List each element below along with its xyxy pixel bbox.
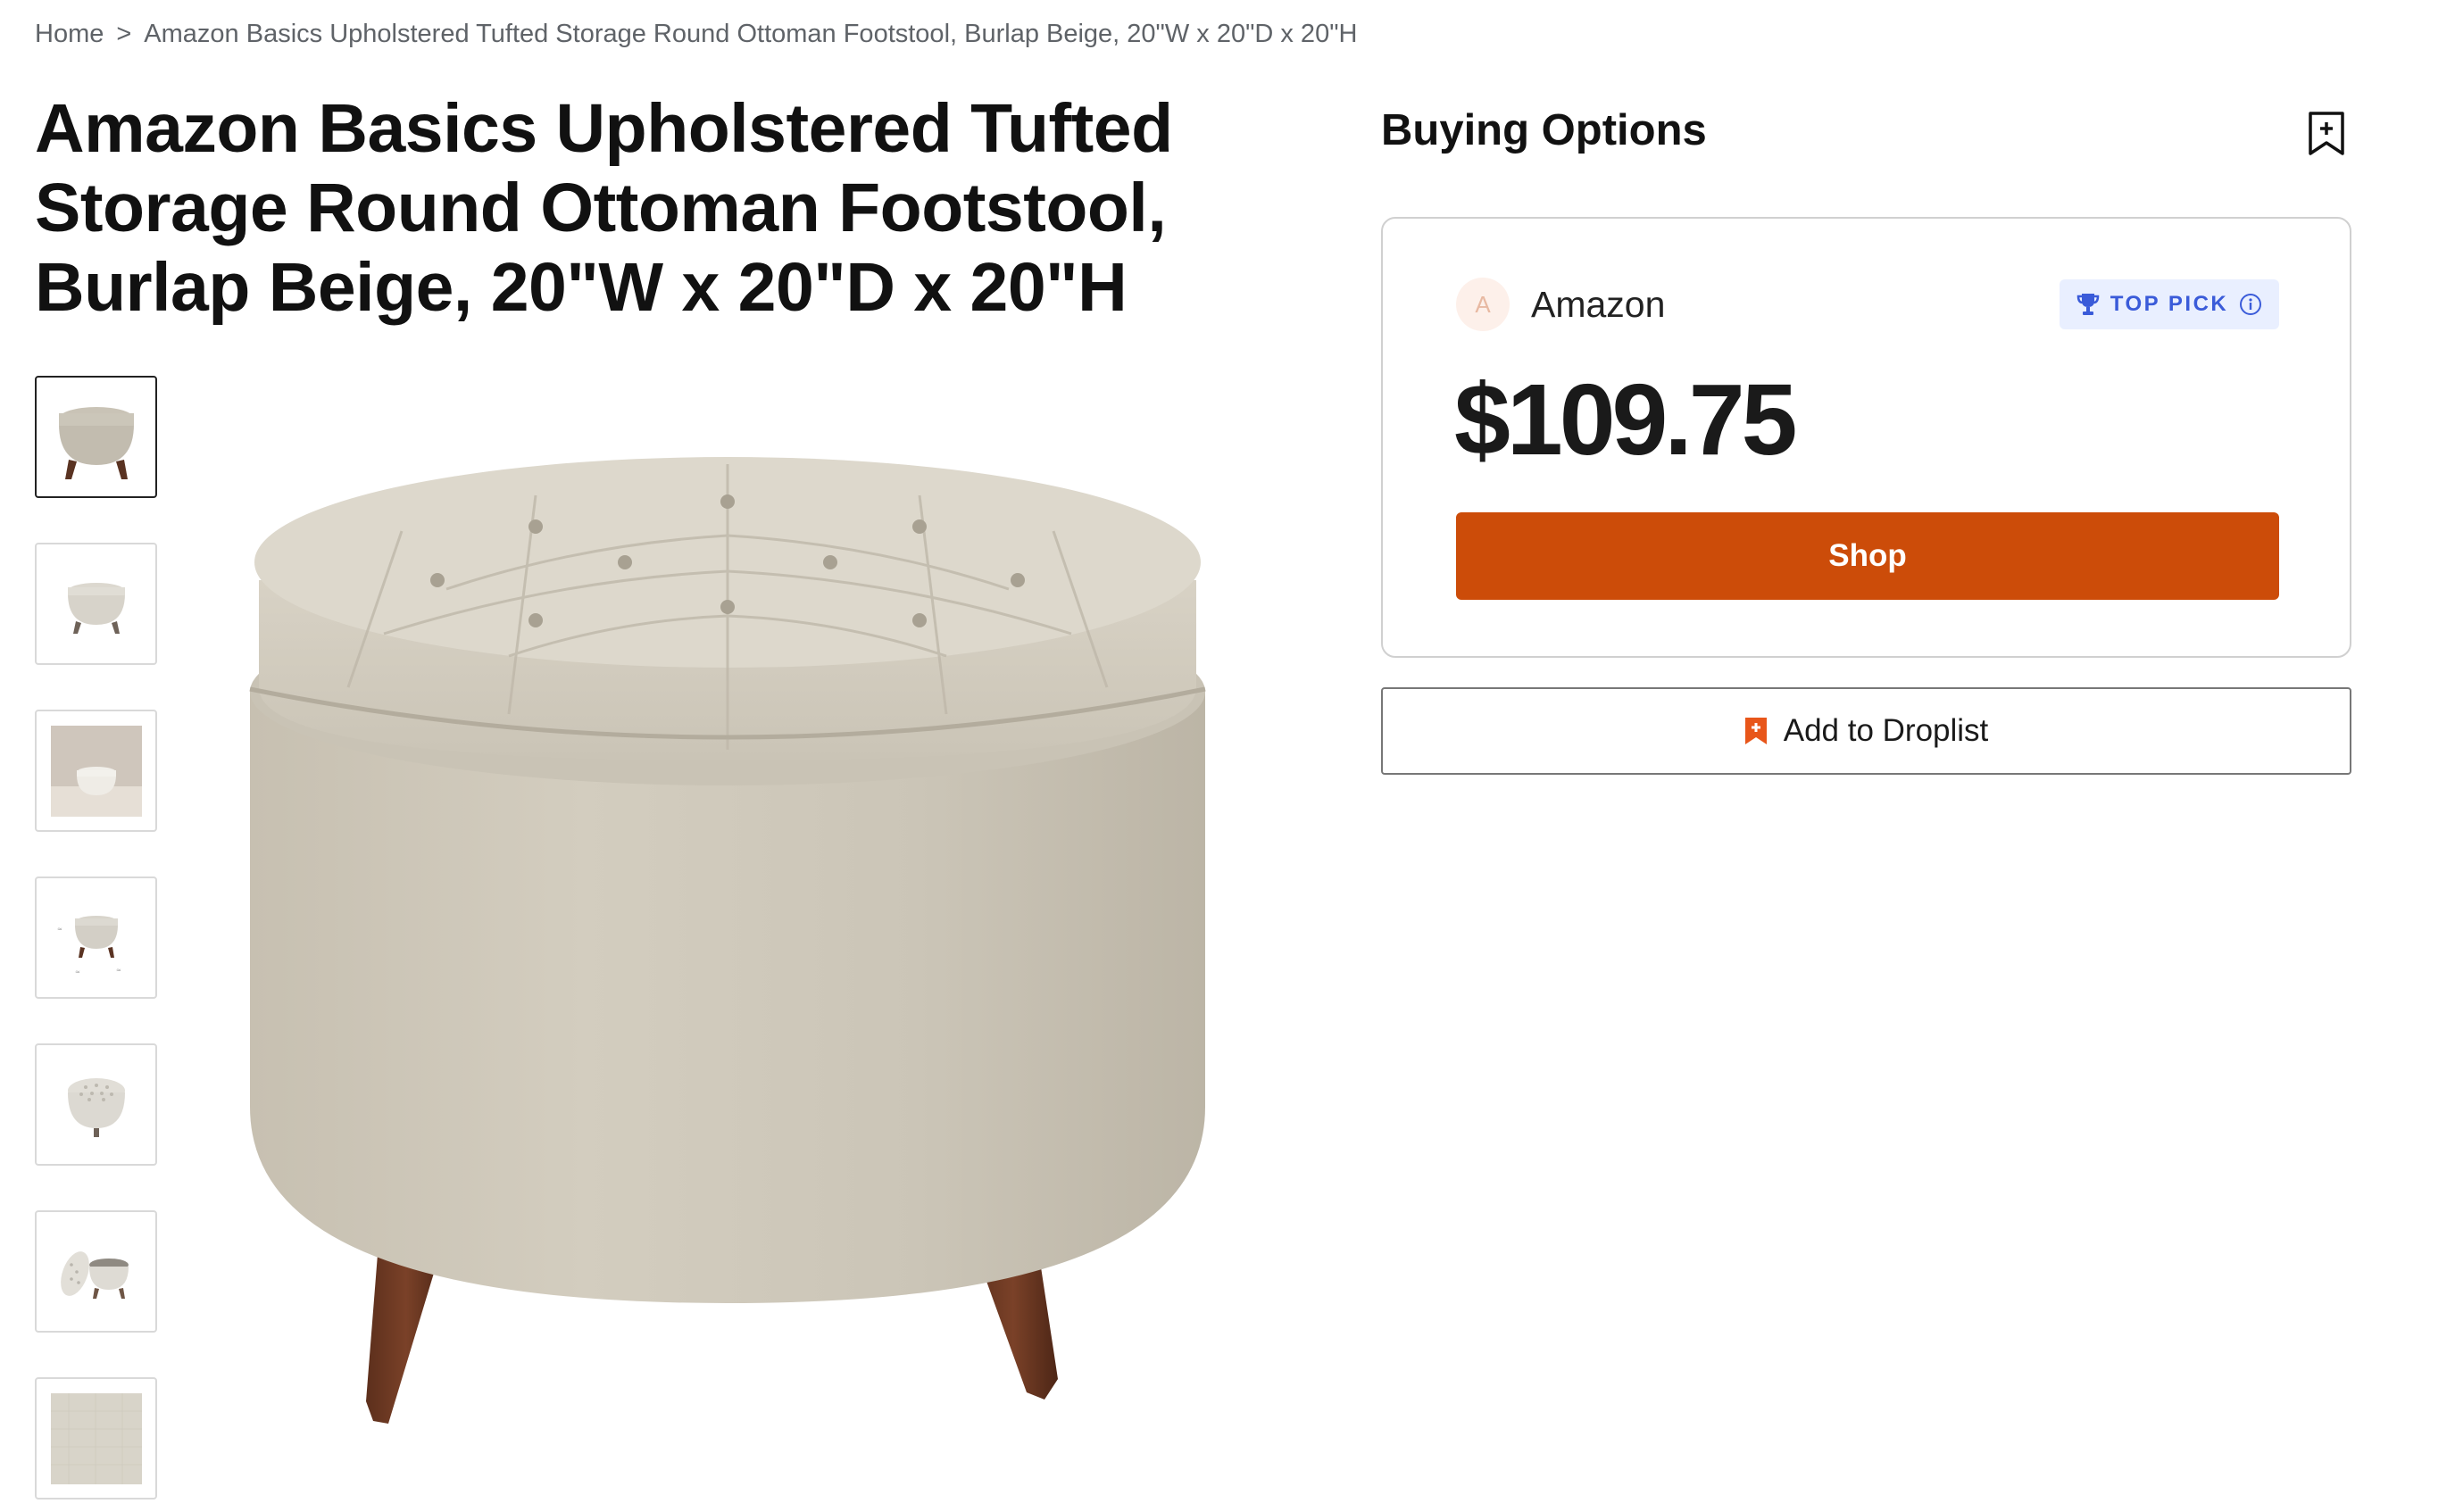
thumbnail-7[interactable] [35,1377,157,1500]
breadcrumb: Home > Amazon Basics Upholstered Tufted … [35,20,1357,49]
thumbnail-list: ≈ ≈ ≈ [35,376,157,1500]
merchant-avatar: A [1456,278,1510,331]
info-icon [2240,294,2262,315]
thumbnail-4[interactable]: ≈ ≈ ≈ [35,876,157,999]
main-product-image [249,457,1206,1424]
fabric-swatch-thumbnail-image [50,1392,142,1484]
bookmark-plus-icon [2309,112,2344,155]
ottoman-thumbnail-image [67,582,125,634]
offer-card: A Amazon TOP PICK $109.75 Shop [1381,217,2351,658]
dimensions-thumbnail-image: ≈ ≈ ≈ [57,915,121,976]
thumbnail-2[interactable] [35,543,157,665]
save-bookmark-button[interactable] [2307,111,2346,157]
room-scene-thumbnail-image [50,725,142,817]
top-pick-badge[interactable]: TOP PICK [2060,279,2279,329]
top-view-thumbnail-image [67,1077,125,1137]
svg-text:≈: ≈ [75,968,80,976]
thumbnail-3[interactable] [35,710,157,832]
merchant-info: A Amazon [1456,278,1665,331]
top-pick-label: TOP PICK [2110,292,2229,316]
price: $109.75 [1454,363,1797,476]
add-to-droplist-label: Add to Droplist [1783,713,1989,748]
svg-text:≈: ≈ [57,926,62,933]
breadcrumb-current: Amazon Basics Upholstered Tufted Storage… [144,20,1358,48]
thumbnail-5[interactable] [35,1043,157,1166]
thumbnail-1[interactable] [35,376,157,498]
product-title: Amazon Basics Upholstered Tufted Storage… [35,90,1173,326]
trophy-icon [2076,294,2100,315]
open-lid-thumbnail-image [60,1250,129,1299]
breadcrumb-home-link[interactable]: Home [35,20,104,49]
shop-button[interactable]: Shop [1456,512,2279,600]
thumbnail-6[interactable] [35,1210,157,1333]
breadcrumb-separator: > [116,20,132,48]
ottoman-thumbnail-image [58,406,134,479]
merchant-name: Amazon [1531,283,1666,325]
add-to-droplist-button[interactable]: Add to Droplist [1381,687,2351,775]
buying-options-heading: Buying Options [1381,106,1707,154]
bookmark-plus-icon [1744,718,1767,744]
svg-text:≈: ≈ [116,967,121,974]
